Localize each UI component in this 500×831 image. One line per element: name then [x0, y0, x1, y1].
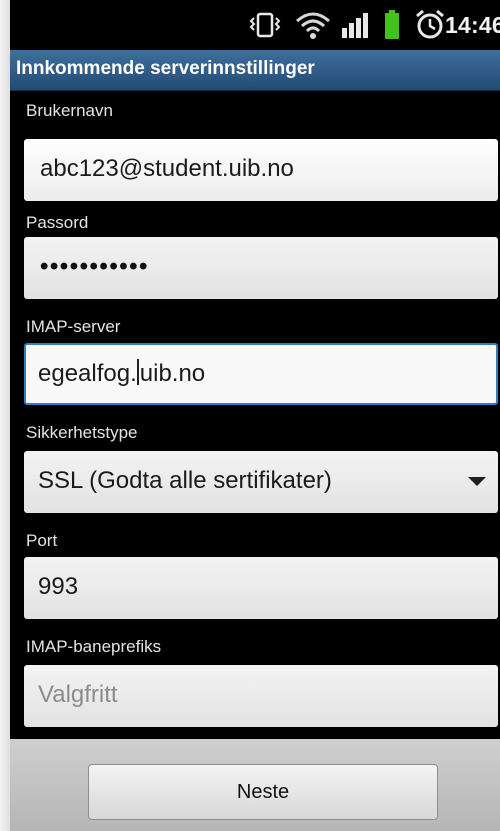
username-label: Brukernavn — [26, 101, 113, 120]
path-prefix-label: IMAP-baneprefiks — [26, 637, 162, 656]
imap-server-value: egealfog. uib.no — [38, 359, 205, 388]
path-prefix-placeholder: Valgfritt — [38, 681, 118, 708]
imap-server-text-after-cursor: uib.no — [139, 360, 206, 387]
imap-server-text-before-cursor: egealfog. — [38, 360, 137, 387]
username-field[interactable]: abc123@student.uib.no — [24, 139, 498, 201]
imap-server-label: IMAP-server — [26, 317, 121, 336]
security-type-label: Sikkerhetstype — [26, 423, 138, 442]
username-value: abc123@student.uib.no — [40, 155, 294, 182]
password-label: Passord — [26, 213, 89, 232]
alarm-icon — [416, 9, 444, 39]
page-title: Innkommende serverinnstillinger — [16, 58, 315, 79]
title-bar: Innkommende serverinnstillinger — [10, 50, 500, 91]
security-type-spinner[interactable]: SSL (Godta alle sertifikater) — [24, 451, 498, 513]
vibrate-icon — [249, 12, 281, 38]
path-prefix-field[interactable]: Valgfritt — [24, 665, 498, 727]
password-field[interactable]: ••••••••••• — [24, 237, 498, 299]
port-label: Port — [26, 531, 58, 550]
wifi-icon — [296, 12, 330, 39]
port-field[interactable]: 993 — [24, 557, 498, 619]
security-type-value: SSL (Godta alle sertifikater) — [38, 467, 332, 494]
signal-icon — [342, 13, 368, 38]
imap-server-field[interactable]: egealfog. uib.no — [24, 343, 498, 405]
status-bar: 14:46 — [10, 0, 500, 50]
server-settings-form: Brukernavn abc123@student.uib.no Passord… — [10, 91, 500, 739]
battery-icon — [385, 10, 399, 39]
window-edge — [0, 0, 10, 831]
password-value: ••••••••••• — [40, 253, 149, 280]
port-value: 993 — [38, 573, 79, 600]
phone-screen: 14:46 Innkommende serverinnstillinger Br… — [10, 0, 500, 831]
dropdown-arrow-icon — [468, 477, 486, 486]
clock-time: 14:46 — [445, 12, 500, 38]
next-button[interactable]: Neste — [88, 764, 438, 820]
bottom-button-bar: Neste — [10, 739, 500, 831]
